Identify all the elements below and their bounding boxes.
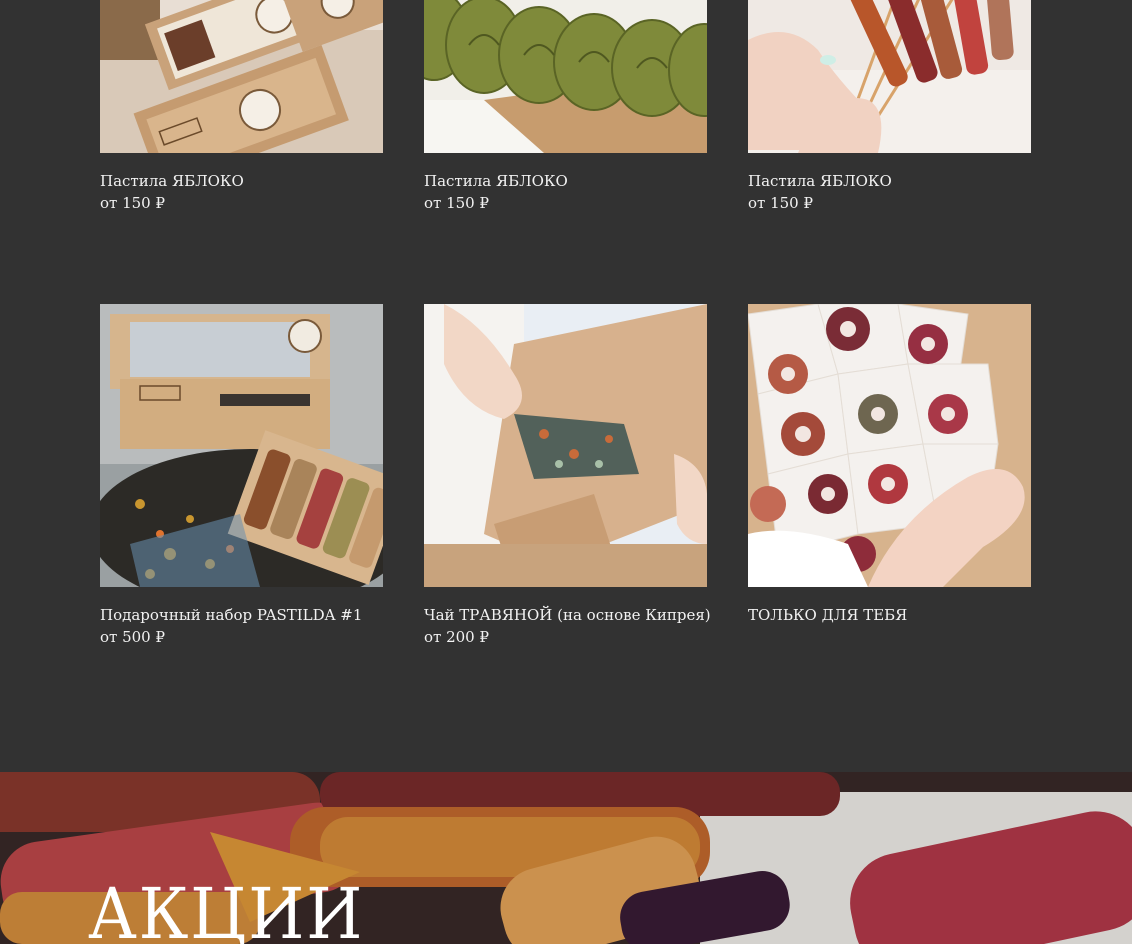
product-card[interactable]: ТОЛЬКО ДЛЯ ТЕБЯ (748, 304, 1031, 649)
product-name[interactable]: Пастила ЯБЛОКО (424, 172, 744, 190)
product-name[interactable]: Подарочный набор PASTILDA #1 (100, 606, 420, 624)
promo-title[interactable]: АКЦИИ (88, 874, 364, 944)
product-name[interactable]: ТОЛЬКО ДЛЯ ТЕБЯ (748, 606, 1068, 624)
product-image[interactable] (748, 304, 1031, 587)
product-image[interactable] (748, 0, 1031, 153)
product-image[interactable] (424, 0, 707, 153)
product-price: от 200 ₽ (424, 628, 490, 646)
product-card[interactable]: Пастила ЯБЛОКО от 150 ₽ (424, 0, 707, 215)
product-name[interactable]: Чай ТРАВЯНОЙ (на основе Кипрея) (424, 606, 744, 624)
catalog-page: Пастила ЯБЛОКО от 150 ₽ Пастила ЯБЛОКО о… (0, 0, 1132, 944)
product-name[interactable]: Пастила ЯБЛОКО (748, 172, 1068, 190)
product-name[interactable]: Пастила ЯБЛОКО (100, 172, 420, 190)
product-card[interactable]: Пастила ЯБЛОКО от 150 ₽ (748, 0, 1031, 215)
product-card[interactable]: Чай ТРАВЯНОЙ (на основе Кипрея) от 200 ₽ (424, 304, 711, 649)
product-price: от 150 ₽ (748, 194, 814, 212)
product-image[interactable] (100, 0, 383, 153)
product-price: от 150 ₽ (424, 194, 490, 212)
product-price: от 150 ₽ (100, 194, 166, 212)
product-card[interactable]: Пастила ЯБЛОКО от 150 ₽ (100, 0, 383, 215)
product-card[interactable]: Подарочный набор PASTILDA #1 от 500 ₽ (100, 304, 383, 649)
product-image[interactable] (100, 304, 383, 587)
product-price: от 500 ₽ (100, 628, 166, 646)
product-image[interactable] (424, 304, 707, 587)
